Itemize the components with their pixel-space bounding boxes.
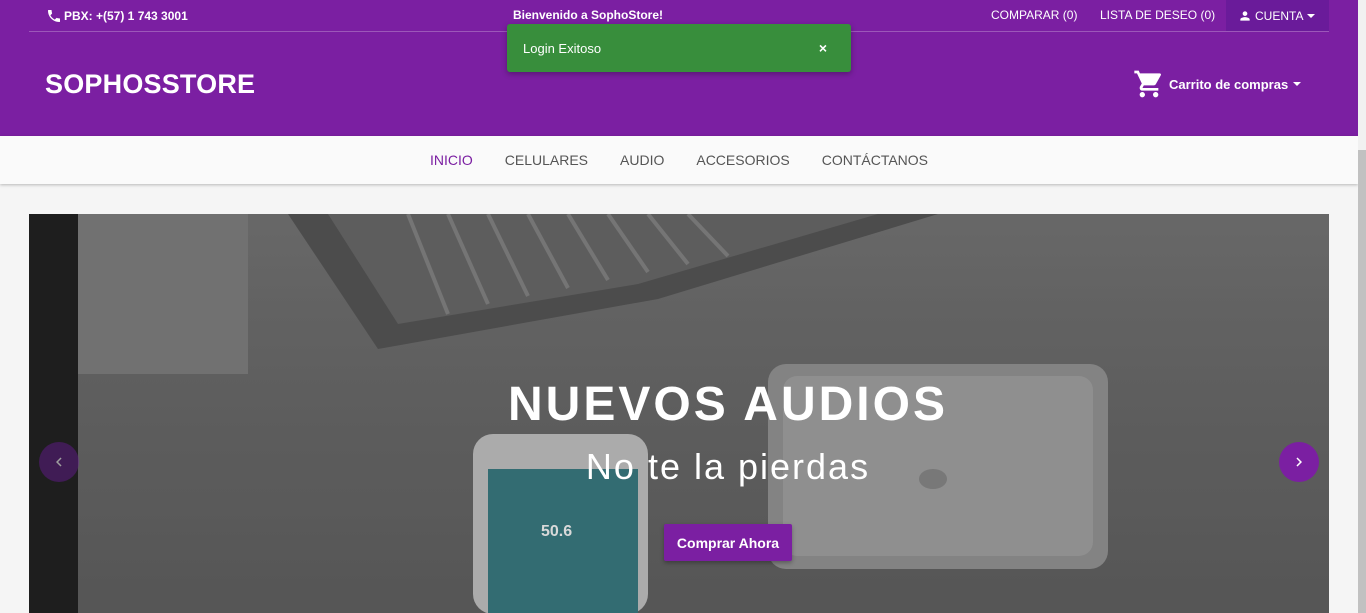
- compare-link[interactable]: COMPARAR (0): [991, 8, 1077, 22]
- wishlist-link[interactable]: LISTA DE DESEO (0): [1100, 8, 1215, 22]
- scrollbar-thumb[interactable]: [1358, 150, 1366, 613]
- cart-dropdown[interactable]: Carrito de compras: [1133, 68, 1302, 100]
- toast-message: Login Exitoso: [523, 40, 602, 56]
- nav-item-accesorios[interactable]: ACCESORIOS: [696, 152, 789, 168]
- nav-item-inicio[interactable]: INICIO: [430, 152, 473, 168]
- cart-icon: [1134, 70, 1161, 98]
- carousel-prev-button[interactable]: [39, 442, 79, 482]
- main-nav: INICIO CELULARES AUDIO ACCESORIOS CONTÁC…: [0, 136, 1358, 184]
- person-icon: [1240, 10, 1250, 21]
- nav-item-audio[interactable]: AUDIO: [620, 152, 664, 168]
- caret-down-icon: [1307, 13, 1316, 18]
- account-menu[interactable]: CUENTA: [1226, 0, 1329, 31]
- login-success-toast: Login Exitoso ×: [507, 24, 851, 72]
- account-label: CUENTA: [1255, 8, 1304, 23]
- caret-down-icon: [1293, 82, 1302, 86]
- site-logo[interactable]: SOPHOSSTORE: [45, 69, 255, 100]
- hero-carousel: 50.6 NUEVOS AUDIOS No te la pierdas Comp…: [29, 214, 1329, 613]
- page-scrollbar[interactable]: [1358, 0, 1366, 613]
- toast-close-button[interactable]: ×: [811, 40, 835, 56]
- shop-now-button[interactable]: Comprar Ahora: [664, 524, 792, 561]
- welcome-message: Bienvenido a SophoStore!: [513, 8, 664, 22]
- nav-item-celulares[interactable]: CELULARES: [505, 152, 588, 168]
- carousel-next-button[interactable]: [1279, 442, 1319, 482]
- chevron-right-icon: [1296, 457, 1302, 467]
- chevron-left-icon: [56, 457, 62, 467]
- nav-item-contactanos[interactable]: CONTÁCTANOS: [822, 152, 928, 168]
- phone-contact: PBX: +(57) 1 743 3001: [46, 8, 188, 24]
- slide-title: NUEVOS AUDIOS: [508, 378, 948, 431]
- phone-icon: [48, 10, 60, 22]
- slide-subtitle: No te la pierdas: [585, 446, 871, 487]
- cart-label: Carrito de compras: [1169, 76, 1289, 92]
- phone-number: PBX: +(57) 1 743 3001: [64, 9, 188, 23]
